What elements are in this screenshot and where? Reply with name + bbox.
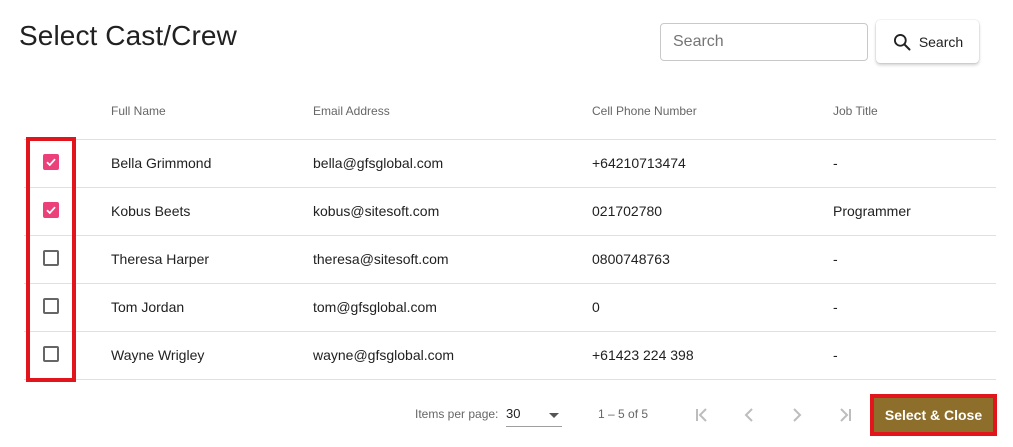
table-row[interactable]: Kobus Beets kobus@sitesoft.com 021702780… [24,188,996,236]
cell-job-title: Programmer [833,203,911,219]
items-per-page-label: Items per page: [415,407,499,421]
cell-phone: 021702780 [592,203,663,219]
table-header: Full Name Email Address Cell Phone Numbe… [24,92,996,140]
range-label: 1 – 5 of 5 [598,407,649,421]
row-checkbox[interactable] [43,298,59,314]
cell-phone: 0800748763 [592,251,670,267]
cast-crew-table: Full Name Email Address Cell Phone Numbe… [24,92,996,380]
first-page-button[interactable] [688,401,716,429]
cell-email: wayne@gfsglobal.com [313,347,455,363]
cell-full-name: Tom Jordan [111,299,185,315]
page-title: Select Cast/Crew [19,20,237,51]
cell-full-name: Bella Grimmond [111,155,212,171]
cell-email: theresa@sitesoft.com [313,251,449,267]
search-button-label: Search [918,33,964,50]
cell-full-name: Kobus Beets [111,203,191,219]
cell-job-title: - [833,347,838,363]
search-icon [893,33,911,50]
checkmark-icon [46,158,56,167]
select-and-close-button[interactable]: Select & Close [870,394,997,436]
table-row[interactable]: Bella Grimmond bella@gfsglobal.com +6421… [24,140,996,188]
chevron-right-icon [793,408,802,422]
first-page-icon [696,408,707,422]
cell-email: kobus@sitesoft.com [313,203,440,219]
last-page-button[interactable] [831,401,859,429]
column-header-email: Email Address [313,104,390,118]
cell-phone: +64210713474 [592,155,686,171]
items-per-page-select[interactable]: 30 [506,401,562,427]
search-button[interactable]: Search [876,20,979,63]
table-row[interactable]: Tom Jordan tom@gfsglobal.com 0 - [24,284,996,332]
column-header-full-name: Full Name [111,104,166,118]
row-checkbox[interactable] [43,154,59,170]
cell-job-title: - [833,299,838,315]
cell-phone: 0 [592,299,600,315]
cell-email: tom@gfsglobal.com [313,299,437,315]
row-checkbox[interactable] [43,202,59,218]
items-per-page-value: 30 [506,406,521,421]
next-page-button[interactable] [783,401,811,429]
table-row[interactable]: Theresa Harper theresa@sitesoft.com 0800… [24,236,996,284]
column-header-phone: Cell Phone Number [592,104,697,118]
cell-job-title: - [833,251,838,267]
last-page-icon [840,408,851,422]
cell-full-name: Theresa Harper [111,251,210,267]
cell-job-title: - [833,155,838,171]
column-header-job-title: Job Title [833,104,878,118]
paginator: Items per page: 30 1 – 5 of 5 [0,390,1013,440]
cell-phone: +61423 224 398 [592,347,694,363]
row-checkbox[interactable] [43,346,59,362]
search-input[interactable] [660,23,868,61]
select-and-close-label: Select & Close [884,407,983,423]
chevron-left-icon [744,408,753,422]
cell-email: bella@gfsglobal.com [313,155,444,171]
table-row[interactable]: Wayne Wrigley wayne@gfsglobal.com +61423… [24,332,996,380]
checkmark-icon [46,206,56,215]
row-checkbox[interactable] [43,250,59,266]
previous-page-button[interactable] [735,401,763,429]
dropdown-arrow-icon [549,413,559,418]
cell-full-name: Wayne Wrigley [111,347,205,363]
